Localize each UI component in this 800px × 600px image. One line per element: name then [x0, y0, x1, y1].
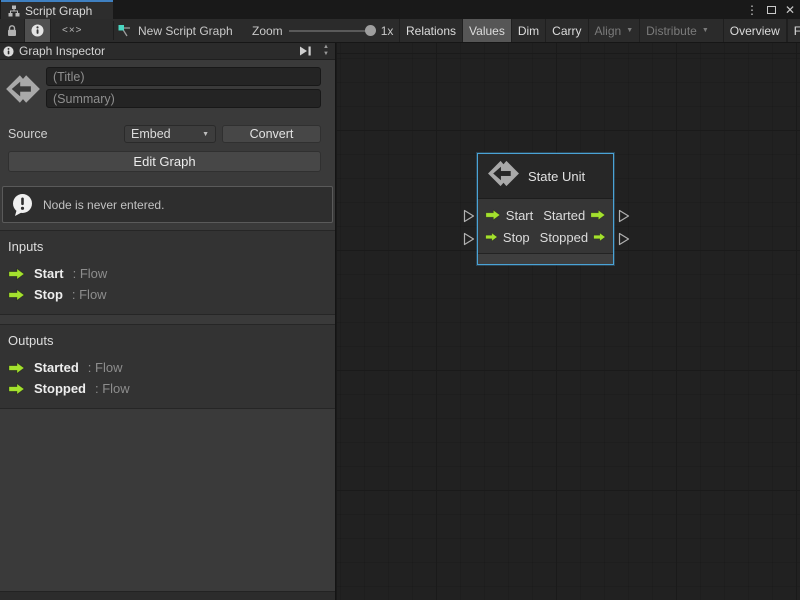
outputs-header: Outputs: [8, 333, 327, 348]
state-unit-icon: [487, 157, 520, 195]
state-graph-icon: [4, 67, 41, 111]
zoom-slider-track: [289, 30, 375, 32]
node-ports: Start Started Stop Stopped: [478, 199, 613, 253]
graph-inspector-header: Graph Inspector ▲ ▼: [0, 43, 335, 60]
port-output-label[interactable]: Stopped: [540, 230, 588, 245]
outputs-section: Outputs Started : Flow Stopped : Flow: [0, 324, 335, 409]
button-distribute[interactable]: Distribute▼: [639, 19, 715, 42]
port-input-label[interactable]: Stop: [503, 230, 530, 245]
source-dropdown-value: Embed: [131, 127, 171, 141]
io-type: : Flow: [88, 360, 123, 375]
inputs-section: Inputs Start : Flow Stop : Flow: [0, 230, 335, 315]
new-script-graph-icon: [118, 24, 132, 38]
graph-canvas[interactable]: State Unit Start Started Stop St: [337, 43, 800, 600]
zoom-value: 1x: [381, 24, 394, 38]
button-overview[interactable]: Overview: [723, 19, 787, 42]
zoom-slider-thumb[interactable]: [365, 25, 376, 36]
chevron-down-icon: ▼: [626, 27, 633, 34]
chevron-down-icon: ▼: [202, 131, 209, 138]
flow-arrow-icon: [8, 362, 25, 374]
flow-arrow-icon[interactable]: [485, 231, 498, 243]
scroll-down-icon[interactable]: ▼: [323, 52, 329, 57]
source-label: Source: [8, 127, 124, 141]
node-header[interactable]: State Unit: [478, 154, 613, 199]
state-unit-node[interactable]: State Unit Start Started Stop St: [477, 153, 614, 265]
button-relations[interactable]: Relations: [399, 19, 462, 42]
io-row-started: Started : Flow: [8, 357, 327, 378]
flow-arrow-icon[interactable]: [485, 209, 501, 221]
io-row-stop: Stop : Flow: [8, 284, 327, 305]
tab-script-graph[interactable]: Script Graph: [1, 0, 113, 19]
graph-inspector-panel: Graph Inspector ▲ ▼ Source Embed: [0, 43, 336, 600]
info-button[interactable]: [25, 19, 51, 42]
button-carry[interactable]: Carry: [545, 19, 587, 42]
flow-arrow-icon: [8, 289, 25, 301]
io-row-stopped: Stopped : Flow: [8, 378, 327, 399]
menu-icon[interactable]: ⋮: [746, 4, 758, 16]
port-row: Stop Stopped: [485, 226, 606, 248]
external-port-triangle[interactable]: [463, 232, 475, 246]
io-name: Start: [34, 266, 64, 281]
panel-bottom-strip: [0, 591, 335, 600]
info-icon: [31, 24, 44, 37]
title-field[interactable]: [46, 67, 321, 86]
edit-graph-button[interactable]: Edit Graph: [8, 151, 321, 172]
flow-arrow-icon: [8, 268, 25, 280]
external-port-triangle[interactable]: [618, 232, 630, 246]
panel-title: Graph Inspector: [19, 44, 294, 58]
panel-scroll-arrows[interactable]: ▲ ▼: [323, 45, 329, 57]
tab-label: Script Graph: [25, 4, 92, 18]
code-button[interactable]: <×>: [62, 19, 106, 42]
new-script-graph-button[interactable]: New Script Graph: [118, 19, 248, 42]
warning-text: Node is never entered.: [43, 198, 164, 212]
button-dim[interactable]: Dim: [511, 19, 545, 42]
io-type: : Flow: [95, 381, 130, 396]
warning-bubble-icon: [11, 193, 34, 217]
graph-identity-row: [0, 60, 335, 115]
zoom-label: Zoom: [252, 24, 283, 38]
maximize-icon[interactable]: [767, 6, 776, 14]
io-type: : Flow: [72, 287, 107, 302]
toolbar-toggles: Relations Values Dim Carry Align▼ Distri…: [399, 19, 800, 42]
source-row: Source Embed ▼ Convert: [0, 125, 335, 143]
title-bar: Script Graph ⋮ ✕: [0, 0, 800, 19]
button-full-screen[interactable]: Full Scr: [787, 19, 800, 42]
io-name: Stop: [34, 287, 63, 302]
code-icon: <×>: [62, 25, 83, 36]
lock-button[interactable]: [0, 19, 25, 42]
external-port-triangle[interactable]: [618, 209, 630, 223]
port-output-label[interactable]: Started: [543, 208, 585, 223]
chevron-down-icon: ▼: [702, 27, 709, 34]
io-name: Started: [34, 360, 79, 375]
script-graph-icon: [8, 5, 20, 17]
button-align[interactable]: Align▼: [588, 19, 640, 42]
lock-icon: [6, 24, 18, 37]
button-values[interactable]: Values: [462, 19, 511, 42]
convert-button[interactable]: Convert: [222, 125, 321, 143]
scroll-up-icon[interactable]: ▲: [323, 45, 329, 50]
io-row-start: Start : Flow: [8, 263, 327, 284]
port-row: Start Started: [485, 204, 606, 226]
node-title: State Unit: [528, 169, 585, 184]
io-name: Stopped: [34, 381, 86, 396]
warning-box: Node is never entered.: [2, 186, 333, 223]
close-icon[interactable]: ✕: [785, 4, 795, 16]
source-dropdown[interactable]: Embed ▼: [124, 125, 216, 143]
port-input-label[interactable]: Start: [506, 208, 533, 223]
external-port-triangle[interactable]: [463, 209, 475, 223]
inputs-header: Inputs: [8, 239, 327, 254]
flow-arrow-icon[interactable]: [593, 231, 606, 243]
toolbar-separator: [113, 21, 114, 40]
zoom-slider[interactable]: [289, 19, 375, 42]
io-type: : Flow: [73, 266, 108, 281]
dock-icon[interactable]: [299, 45, 312, 57]
flow-arrow-icon[interactable]: [590, 209, 606, 221]
zoom-control: Zoom 1x: [252, 19, 393, 42]
flow-arrow-icon: [8, 383, 25, 395]
new-script-graph-label: New Script Graph: [138, 24, 233, 38]
info-icon: [3, 46, 14, 57]
graph-toolbar: <×> New Script Graph Zoom 1x Relations V…: [0, 19, 800, 43]
node-footer: [478, 253, 613, 264]
summary-field[interactable]: [46, 89, 321, 108]
